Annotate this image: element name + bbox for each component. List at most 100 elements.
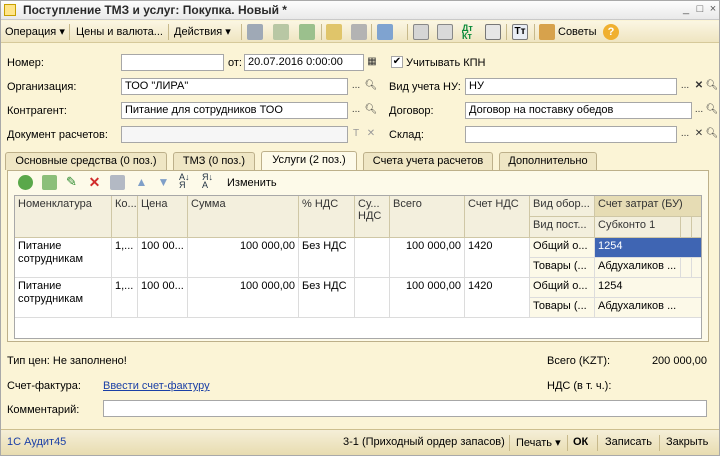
table-cell[interactable]: 1420 <box>465 278 530 318</box>
operation-menu[interactable]: Операция ▾ <box>5 24 65 40</box>
clear-icon[interactable]: ✕ <box>364 126 378 143</box>
tab-additional[interactable]: Дополнительно <box>499 152 597 170</box>
column-header[interactable]: Счет НДС <box>465 196 530 238</box>
column-header[interactable]: Счет затрат (БУ) <box>595 196 701 217</box>
move-up-icon[interactable]: ▲ <box>134 175 149 190</box>
table-cell[interactable]: 100 000,00 <box>390 238 465 278</box>
close-icon[interactable]: × <box>706 3 720 17</box>
table-cell[interactable]: 100 00... <box>138 278 188 318</box>
kpn-checkbox[interactable]: ✔ <box>391 56 403 68</box>
column-header[interactable] <box>681 217 692 238</box>
change-button[interactable]: Изменить <box>227 177 277 189</box>
based-on-icon[interactable] <box>377 24 393 40</box>
move-down-icon[interactable]: ▼ <box>156 175 171 190</box>
minimize-icon[interactable]: _ <box>679 3 693 17</box>
unpost-document-icon[interactable] <box>351 24 367 40</box>
refresh-icon[interactable] <box>299 24 315 40</box>
table-cell[interactable]: Абдухаликов ... <box>595 258 681 278</box>
clear-icon[interactable]: ✕ <box>692 126 706 143</box>
tab-fixed-assets[interactable]: Основные средства (0 поз.) <box>5 152 167 170</box>
table-cell[interactable] <box>355 238 390 278</box>
column-header[interactable] <box>692 217 701 238</box>
table-cell[interactable]: Абдухаликов ... <box>595 298 701 318</box>
actions-menu[interactable]: Действия ▾ <box>174 24 231 40</box>
sort-asc-icon[interactable]: А↓ Я <box>179 173 195 191</box>
table-cell[interactable] <box>355 278 390 318</box>
column-header[interactable]: Цена <box>138 196 188 238</box>
tab-services[interactable]: Услуги (2 поз.) <box>261 151 357 171</box>
print-form-selector[interactable]: 3-1 (Приходный ордер запасов) <box>343 436 505 448</box>
select-ellipsis-icon[interactable]: ... <box>692 102 706 119</box>
contractor-field[interactable]: Питание для сотрудников ТОО <box>121 102 348 119</box>
close-button[interactable]: Закрыть <box>666 436 708 448</box>
enter-invoice-link[interactable]: Ввести счет-фактуру <box>103 380 210 392</box>
contract-field[interactable]: Договор на поставку обедов <box>465 102 692 119</box>
tips-button[interactable]: Советы <box>558 24 596 40</box>
type-icon[interactable]: T <box>349 126 363 143</box>
add-row-icon[interactable] <box>18 175 33 190</box>
post-document-icon[interactable] <box>326 24 342 40</box>
table-cell[interactable] <box>692 258 701 278</box>
tax-accounting-field[interactable]: НУ <box>465 78 677 95</box>
select-ellipsis-icon[interactable]: ... <box>678 78 692 95</box>
table-cell[interactable]: Общий о... <box>530 278 595 298</box>
table-cell[interactable]: 1254 <box>595 278 701 298</box>
table-cell[interactable]: Товары (... <box>530 298 595 318</box>
help-icon[interactable]: ? <box>603 24 619 40</box>
column-header[interactable]: Номенклатура <box>15 196 112 238</box>
table-cell[interactable]: Товары (... <box>530 258 595 278</box>
column-header[interactable]: Сумма <box>188 196 299 238</box>
table-cell[interactable]: Питание сотрудникам <box>15 278 112 318</box>
tab-inventory[interactable]: ТМЗ (0 поз.) <box>173 152 255 170</box>
column-header[interactable]: Ко... <box>112 196 138 238</box>
table-cell[interactable]: 1420 <box>465 238 530 278</box>
column-header[interactable]: Субконто 1 <box>595 217 681 238</box>
maximize-icon[interactable]: □ <box>693 3 707 17</box>
debit-credit-icon[interactable]: Дт Кт <box>462 24 478 41</box>
table-cell[interactable]: 1,... <box>112 238 138 278</box>
select-ellipsis-icon[interactable]: ... <box>678 126 692 143</box>
prices-currency-button[interactable]: Цены и валюта... <box>76 24 163 40</box>
column-header[interactable]: Вид обор... <box>530 196 595 217</box>
report-icon[interactable] <box>485 24 501 40</box>
save-row-icon[interactable] <box>110 175 125 190</box>
save-icon[interactable] <box>247 24 263 40</box>
calendar-icon[interactable]: ▦ <box>365 54 379 71</box>
column-header[interactable]: Вид пост... <box>530 217 595 238</box>
table-cell[interactable]: 100 00... <box>138 238 188 278</box>
date-field[interactable]: 20.07.2016 0:00:00 <box>244 54 364 71</box>
ok-button[interactable]: ОК <box>573 436 588 448</box>
table-cell[interactable]: Общий о... <box>530 238 595 258</box>
list-icon[interactable] <box>437 24 453 40</box>
search-icon[interactable]: 🔍︎ <box>705 78 719 95</box>
select-ellipsis-icon[interactable]: ... <box>349 102 363 119</box>
comment-field[interactable] <box>103 400 707 417</box>
table-cell[interactable]: Питание сотрудникам <box>15 238 112 278</box>
table-cell[interactable]: Без НДС <box>299 278 355 318</box>
column-header[interactable]: % НДС <box>299 196 355 238</box>
search-icon[interactable]: 🔍︎ <box>364 78 378 95</box>
table-cell[interactable]: 100 000,00 <box>390 278 465 318</box>
text-mode-icon[interactable]: Тт <box>512 24 528 40</box>
sort-desc-icon[interactable]: Я↓ А <box>202 173 218 191</box>
table-cell-selected[interactable]: 1254 <box>595 238 701 258</box>
table-cell[interactable]: 100 000,00 <box>188 238 299 278</box>
table-cell[interactable] <box>681 258 692 278</box>
search-icon[interactable]: 🔍︎ <box>705 102 719 119</box>
column-header[interactable]: Всего <box>390 196 465 238</box>
save-button[interactable]: Записать <box>605 436 652 448</box>
delete-row-icon[interactable]: ✕ <box>87 175 102 190</box>
structure-icon[interactable] <box>413 24 429 40</box>
number-field[interactable] <box>121 54 224 71</box>
column-header[interactable]: Су... НДС <box>355 196 390 238</box>
payment-document-field[interactable] <box>121 126 348 143</box>
edit-row-icon[interactable]: ✎ <box>64 175 79 190</box>
warehouse-field[interactable] <box>465 126 677 143</box>
select-ellipsis-icon[interactable]: ... <box>349 78 363 95</box>
search-icon[interactable]: 🔍︎ <box>705 126 719 143</box>
tab-settlement-accounts[interactable]: Счета учета расчетов <box>363 152 493 170</box>
copy-row-icon[interactable] <box>42 175 57 190</box>
table-cell[interactable]: 1,... <box>112 278 138 318</box>
organization-field[interactable]: ТОО "ЛИРА" <box>121 78 348 95</box>
table-cell[interactable]: 100 000,00 <box>188 278 299 318</box>
